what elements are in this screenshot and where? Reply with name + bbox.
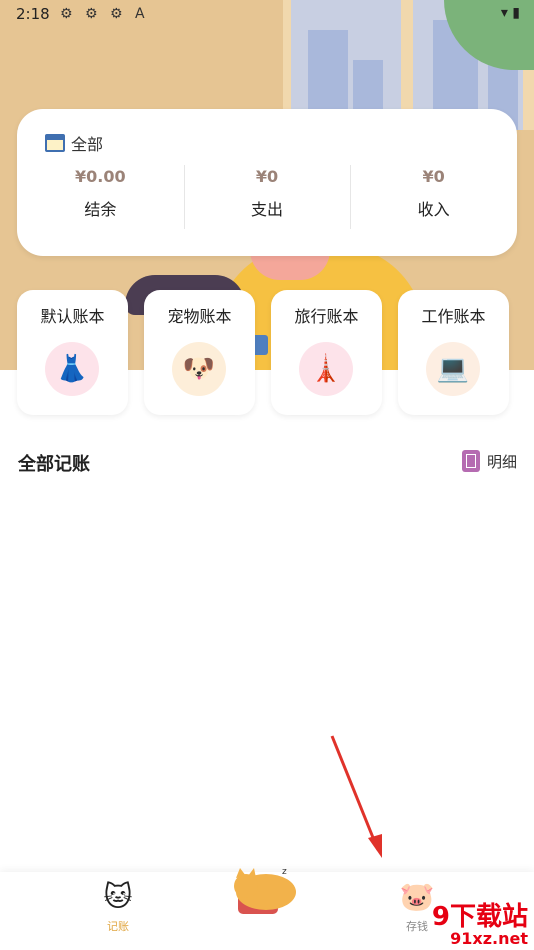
status-time: 2:18 [16,5,50,23]
book-label: 宠物账本 [167,307,232,326]
book-icon [461,450,480,472]
record-cat-icon: 🐱 [103,880,133,913]
worker-laptop-icon: 💻 [426,342,480,396]
book-travel[interactable]: 旅行账本 🗼 [271,290,382,415]
account-books: 默认账本 👗 宠物账本 🐶 旅行账本 🗼 工作账本 💻 [17,290,517,415]
svg-text:z: z [282,867,287,877]
detail-button[interactable]: 明细 [461,450,517,472]
summary-card[interactable]: 全部 ¥0.00 结余 ¥0 支出 ¥0 收入 [17,109,517,256]
summary-income: ¥0 收入 [350,165,517,229]
sleeping-cat-icon[interactable]: z [232,864,302,922]
summary-columns: ¥0.00 结余 ¥0 支出 ¥0 收入 [17,165,517,229]
income-value: ¥0 [422,167,445,186]
balance-label: 结余 [84,200,117,219]
expense-label: 支出 [251,200,284,219]
tab-record-label: 记账 [107,920,129,933]
dog-icon: 🐶 [172,342,226,396]
dress-icon: 👗 [45,342,99,396]
book-label: 旅行账本 [294,307,359,326]
summary-header[interactable]: 全部 [45,131,103,155]
book-default[interactable]: 默认账本 👗 [17,290,128,415]
summary-balance: ¥0.00 结余 [17,167,184,220]
income-label: 收入 [417,200,450,219]
book-pet[interactable]: 宠物账本 🐶 [144,290,255,415]
section-title: 全部记账 [18,454,90,475]
status-bar: 2:18 ⚙ ⚙ ⚙ A ▾ ▮ [0,0,534,28]
book-work[interactable]: 工作账本 💻 [398,290,509,415]
lighthouse-icon: 🗼 [299,342,353,396]
wifi-battery-icon: ▾ ▮ [500,5,520,21]
summary-expense: ¥0 支出 [183,165,351,229]
detail-label: 明细 [486,452,517,471]
watermark-main: 9下载站 [431,902,528,932]
balance-value: ¥0.00 [75,167,126,186]
calendar-icon [45,134,65,152]
book-label: 工作账本 [421,307,486,326]
tab-record[interactable]: 🐱 记账 [98,882,138,934]
expense-value: ¥0 [255,167,279,186]
notification-icons: ⚙ ⚙ ⚙ A [60,6,149,22]
summary-title: 全部 [71,135,104,154]
book-label: 默认账本 [40,307,105,326]
watermark: 9下载站 91xz.net [432,896,528,948]
